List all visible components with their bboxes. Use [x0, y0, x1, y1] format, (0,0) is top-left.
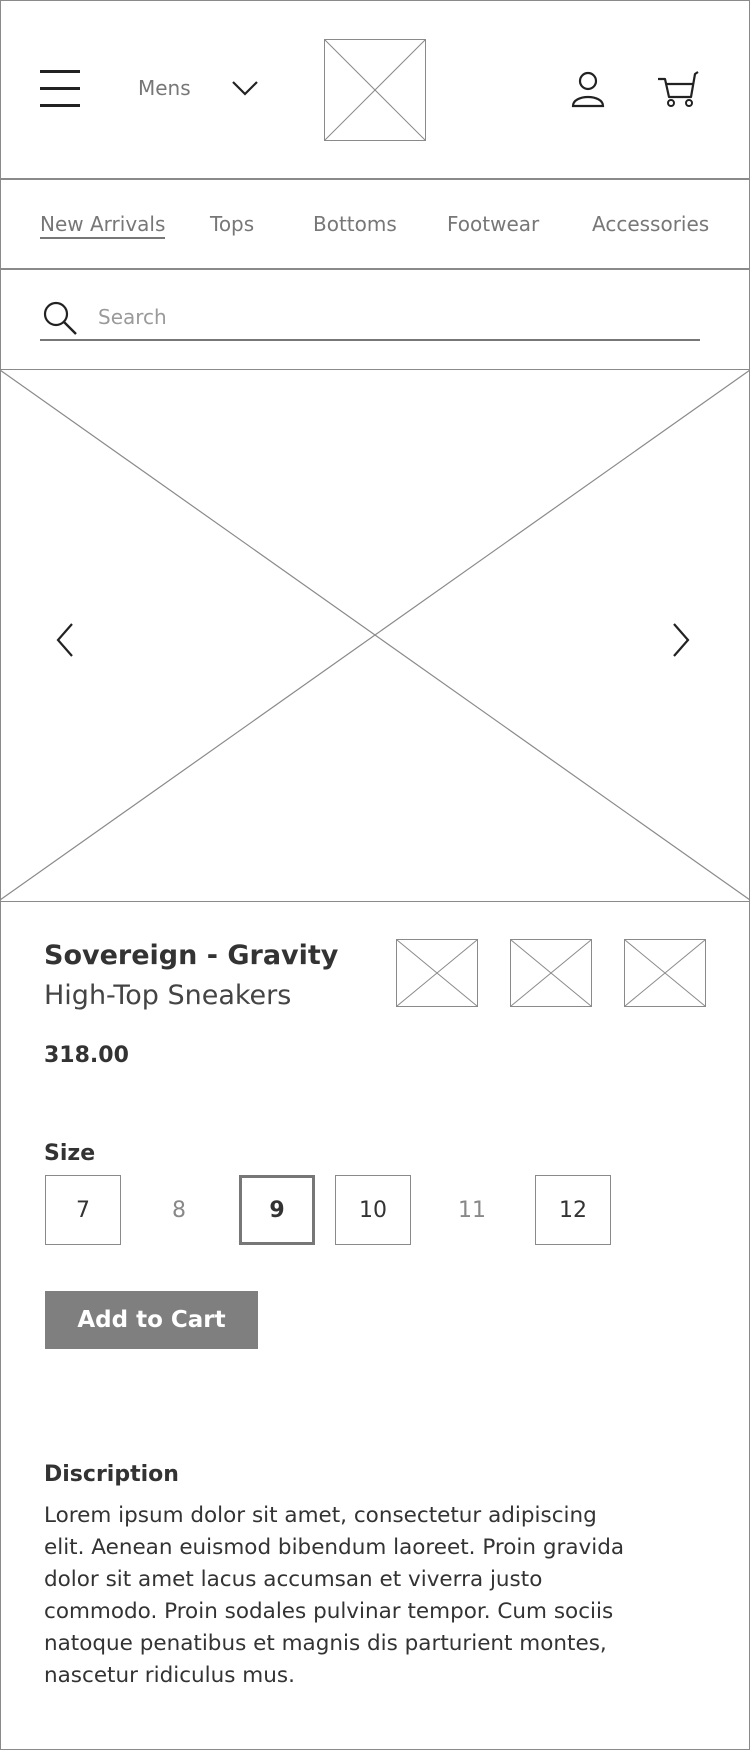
thumbnail-2[interactable]: [510, 939, 592, 1007]
product-subtitle: High-Top Sneakers: [44, 980, 292, 1011]
header: Mens: [0, 0, 750, 180]
product-name: Sovereign - Gravity: [44, 940, 339, 971]
category-nav: New Arrivals Tops Bottoms Footwear Acces…: [0, 180, 750, 270]
description-text: Lorem ipsum dolor sit amet, consectetur …: [44, 1503, 625, 1688]
size-option-9[interactable]: 9: [239, 1175, 315, 1245]
search-icon[interactable]: [42, 300, 78, 336]
category-tab-new-arrivals[interactable]: New Arrivals: [40, 212, 166, 239]
search-input[interactable]: [98, 302, 688, 332]
category-tab-tops[interactable]: Tops: [210, 212, 254, 236]
hamburger-icon[interactable]: [40, 70, 80, 108]
size-option-10[interactable]: 10: [335, 1175, 411, 1245]
size-option-8[interactable]: 8: [141, 1175, 217, 1245]
gender-selector-label[interactable]: Mens: [138, 76, 191, 100]
chevron-right-icon[interactable]: [668, 620, 698, 660]
add-to-cart-button[interactable]: Add to Cart: [45, 1291, 258, 1349]
category-tab-accessories[interactable]: Accessories: [592, 212, 709, 236]
search-bar: [40, 296, 700, 341]
size-option-12[interactable]: 12: [535, 1175, 611, 1245]
size-option-7[interactable]: 7: [45, 1175, 121, 1245]
user-icon[interactable]: [570, 70, 606, 108]
thumbnail-3[interactable]: [624, 939, 706, 1007]
category-tab-footwear[interactable]: Footwear: [447, 212, 539, 236]
chevron-down-icon[interactable]: [230, 76, 260, 100]
size-label: Size: [44, 1141, 96, 1166]
category-tab-bottoms[interactable]: Bottoms: [313, 212, 397, 236]
product-hero-image: [0, 369, 750, 902]
size-option-11[interactable]: 11: [434, 1175, 510, 1245]
product-price: 318.00: [44, 1043, 129, 1068]
thumbnail-1[interactable]: [396, 939, 478, 1007]
description-title: Discription: [44, 1462, 179, 1487]
chevron-left-icon[interactable]: [52, 620, 82, 660]
logo-placeholder[interactable]: [324, 39, 426, 141]
image-placeholder: [0, 370, 750, 900]
cart-icon[interactable]: [656, 70, 700, 108]
